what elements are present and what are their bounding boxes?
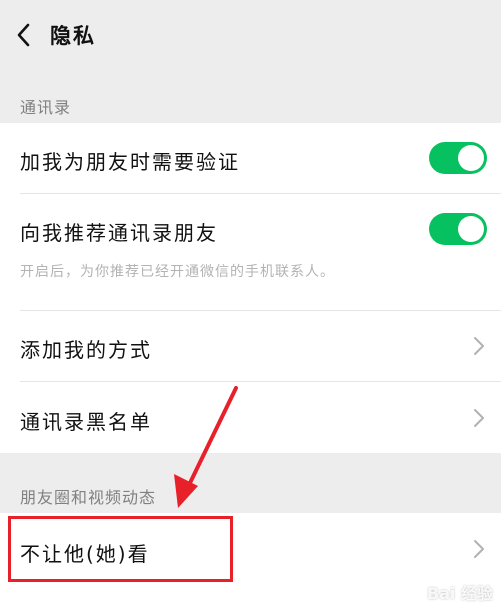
recommend-contacts-description: 开启后，为你推荐已经开通微信的手机联系人。 bbox=[20, 264, 335, 280]
nav-bar: 隐私 bbox=[0, 0, 501, 72]
toggle-knob bbox=[458, 216, 484, 242]
chevron-right-icon bbox=[474, 337, 484, 355]
verify-friend-label: 加我为朋友时需要验证 bbox=[20, 150, 240, 174]
contacts-settings-card: 加我为朋友时需要验证 向我推荐通讯录朋友 开启后，为你推荐已经开通微信的手机联系… bbox=[0, 123, 501, 453]
add-methods-row[interactable]: 添加我的方式 bbox=[0, 311, 501, 381]
section-title-moments: 朋友圈和视频动态 bbox=[20, 488, 157, 507]
privacy-settings-page: 隐私 通讯录 加我为朋友时需要验证 向我推荐通讯录朋友 开启后，为你推荐已经开通… bbox=[0, 0, 501, 610]
chevron-right-icon bbox=[474, 409, 484, 427]
recommend-contacts-toggle[interactable] bbox=[429, 213, 487, 245]
section-title-contacts: 通讯录 bbox=[20, 98, 72, 117]
recommend-contacts-label: 向我推荐通讯录朋友 bbox=[20, 221, 218, 245]
blacklist-row[interactable]: 通讯录黑名单 bbox=[0, 382, 501, 453]
watermark-logo: Bai 经验 bbox=[426, 584, 493, 603]
chevron-right-icon bbox=[474, 540, 484, 558]
toggle-knob bbox=[458, 145, 484, 171]
blacklist-label: 通讯录黑名单 bbox=[20, 410, 152, 434]
chevron-left-icon[interactable] bbox=[10, 18, 40, 52]
annotation-highlight-box bbox=[8, 516, 233, 582]
page-title: 隐私 bbox=[50, 24, 96, 48]
verify-friend-row[interactable]: 加我为朋友时需要验证 bbox=[0, 123, 501, 193]
verify-friend-toggle[interactable] bbox=[429, 142, 487, 174]
add-methods-label: 添加我的方式 bbox=[20, 338, 152, 362]
recommend-contacts-row[interactable]: 向我推荐通讯录朋友 开启后，为你推荐已经开通微信的手机联系人。 bbox=[0, 194, 501, 310]
